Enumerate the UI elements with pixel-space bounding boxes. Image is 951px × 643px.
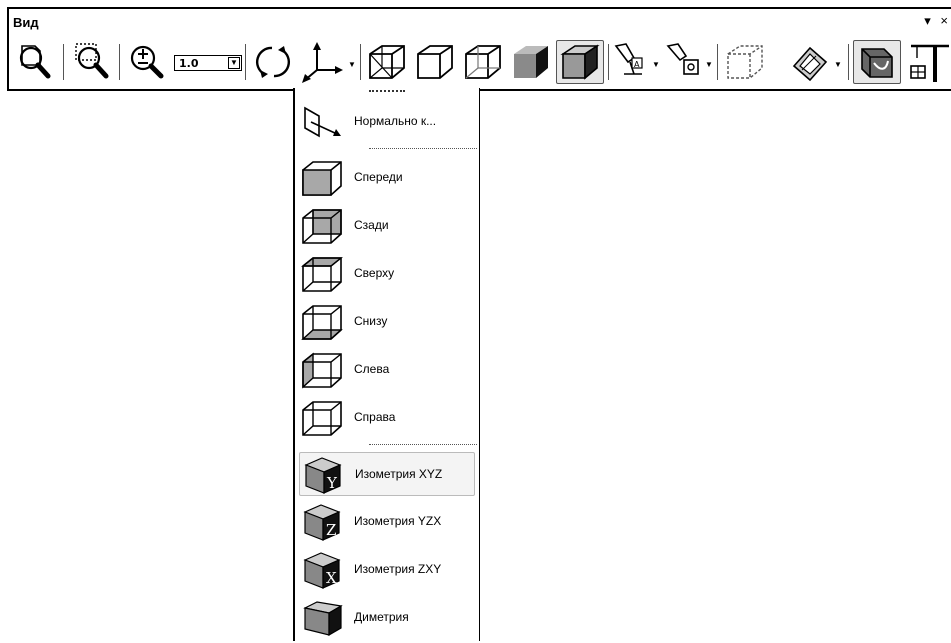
toolbar-separator [63, 44, 64, 80]
panel-controls[interactable]: ▾ × [924, 13, 951, 29]
thin-lines-icon[interactable] [460, 40, 506, 84]
menu-item-label: Нормально к... [354, 114, 437, 128]
toolbar-separator [848, 44, 849, 80]
rotate-icon[interactable] [250, 40, 296, 84]
camera-dropdown-arrow[interactable]: ▼ [705, 60, 713, 69]
section-icon[interactable] [788, 40, 832, 84]
cube-bottom-icon [301, 302, 345, 347]
crane-icon[interactable] [905, 40, 951, 84]
hidden-lines-icon[interactable] [412, 40, 458, 84]
iso-zxy-icon: X [301, 550, 345, 595]
menu-item-label: Диметрия [354, 610, 409, 624]
cube-right-icon [301, 398, 345, 443]
menu-item-front[interactable]: Спереди [299, 156, 475, 200]
svg-text:Z: Z [326, 521, 336, 539]
chevron-down-icon[interactable]: ▼ [228, 57, 240, 69]
menu-separator [369, 444, 477, 445]
cube-top-icon [301, 254, 345, 299]
panel-title-bar: Вид ▾ × [9, 9, 951, 35]
svg-text:X: X [326, 569, 337, 587]
shaded-edges-icon[interactable] [556, 40, 604, 84]
menu-item-right[interactable]: Справа [299, 396, 475, 440]
menu-item-dimetry[interactable]: Диметрия [299, 596, 475, 640]
menu-item-label: Изометрия YZX [354, 514, 442, 528]
menu-item-label: Сзади [354, 218, 389, 232]
menu-item-normal-to[interactable]: Нормально к... [299, 100, 475, 144]
iso-xyz-icon: Y [302, 455, 346, 500]
menu-item-label: Спереди [354, 170, 403, 184]
menu-item-back[interactable]: Сзади [299, 204, 475, 248]
normal-to-icon [301, 102, 345, 147]
menu-separator [369, 148, 477, 149]
light-source-icon[interactable]: A [612, 40, 652, 84]
menu-item-label: Слева [354, 362, 390, 376]
cube-left-icon [301, 350, 345, 395]
zoom-scale-value: 1.0 [179, 57, 199, 70]
camera-icon[interactable] [664, 40, 708, 84]
dimetry-icon [301, 598, 345, 643]
zoom-frame-icon[interactable] [70, 40, 114, 84]
shaded-icon[interactable] [508, 40, 554, 84]
menu-item-label: Изометрия ZXY [354, 562, 442, 576]
toolbar-separator [608, 44, 609, 80]
cube-back-icon [301, 206, 345, 251]
zoom-in-out-icon[interactable] [126, 40, 170, 84]
menu-item-left[interactable]: Слева [299, 348, 475, 392]
menu-item-bottom[interactable]: Снизу [299, 300, 475, 344]
toolbar-separator [360, 44, 361, 80]
light-dropdown-arrow[interactable]: ▼ [652, 60, 660, 69]
toolbar-separator [119, 44, 120, 80]
svg-text:A: A [634, 60, 640, 69]
menu-item-iso-zxy[interactable]: X Изометрия ZXY [299, 548, 475, 592]
iso-yzx-icon: Z [301, 502, 345, 547]
menu-item-iso-xyz[interactable]: Y Изометрия XYZ [299, 452, 475, 496]
menu-item-label: Изометрия XYZ [355, 467, 443, 481]
zoom-page-icon[interactable] [14, 40, 58, 84]
orientation-menu: Нормально к... Спереди Сзади Сверху Сниз… [293, 88, 480, 641]
svg-text:Y: Y [326, 474, 338, 492]
orientation-dropdown-arrow[interactable]: ▼ [348, 60, 356, 69]
dashed-box-icon[interactable] [722, 40, 768, 84]
perspective-icon[interactable] [853, 40, 901, 84]
menu-item-iso-yzx[interactable]: Z Изометрия YZX [299, 500, 475, 544]
menu-item-top[interactable]: Сверху [299, 252, 475, 296]
zoom-scale-select[interactable]: 1.0 ▼ [174, 55, 242, 71]
menu-item-label: Сверху [354, 266, 395, 280]
menu-grip[interactable] [369, 90, 405, 92]
orientation-icon[interactable] [299, 40, 349, 84]
cube-front-icon [301, 158, 345, 203]
menu-item-label: Справа [354, 410, 396, 424]
wireframe-icon[interactable] [364, 40, 410, 84]
panel-title: Вид [13, 15, 39, 30]
section-dropdown-arrow[interactable]: ▼ [834, 60, 842, 69]
toolbar-separator [717, 44, 718, 80]
toolbar-separator [245, 44, 246, 80]
menu-item-label: Снизу [354, 314, 388, 328]
